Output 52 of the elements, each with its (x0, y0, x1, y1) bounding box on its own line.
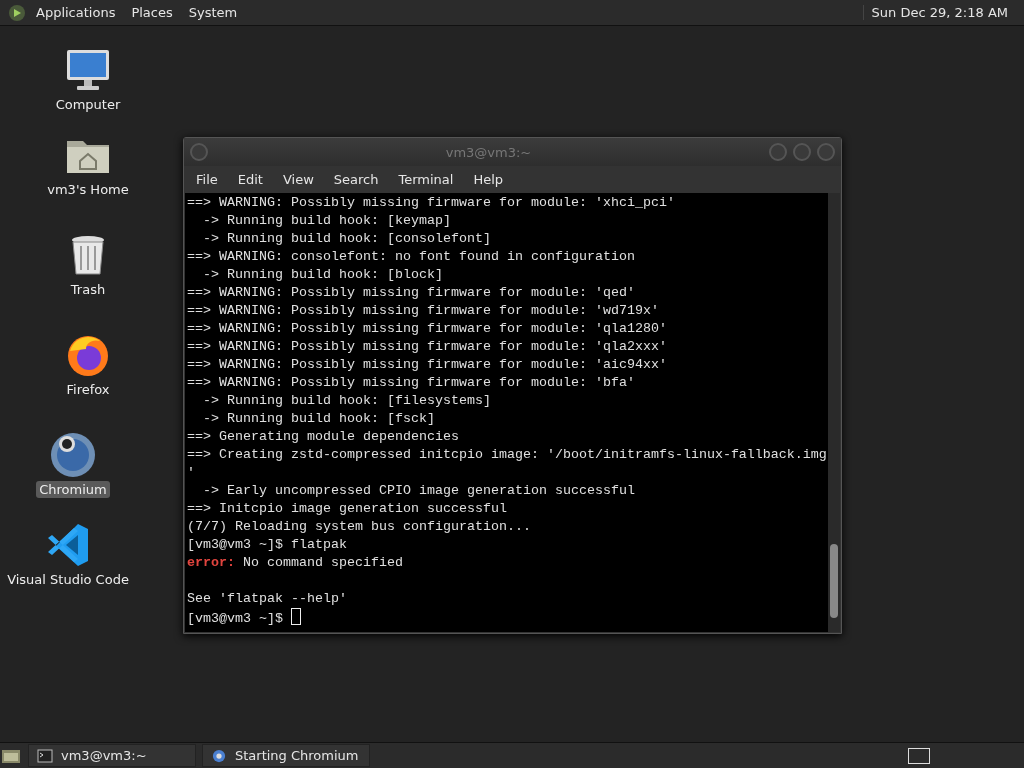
terminal-line: ==> WARNING: Possibly missing firmware for module: 'bfa' (187, 375, 635, 390)
terminal-line: -> Running build hook: [keymap] (202, 213, 451, 228)
workspace-switcher[interactable] (908, 747, 930, 764)
terminal-icon (37, 748, 53, 763)
taskbar-button[interactable]: Starting Chromium (202, 744, 370, 767)
menu-item[interactable]: File (186, 170, 228, 189)
terminal-line: -> Running build hook: [consolefont] (202, 231, 491, 246)
terminal-line: ==> WARNING: Possibly missing firmware for module: 'wd719x' (187, 303, 659, 318)
close-button[interactable] (817, 143, 835, 161)
desktop-icon-label[interactable]: Firefox (63, 381, 113, 398)
terminal-line: ==> Initcpio image generation successful (187, 501, 507, 516)
terminal-line: ==> WARNING: Possibly missing firmware for module: 'aic94xx' (187, 357, 667, 372)
terminal-line: ==> WARNING: Possibly missing firmware for module: 'qed' (187, 285, 635, 300)
desktop-icon-label[interactable]: Trash (67, 281, 109, 298)
terminal-line: ==> Generating module dependencies (187, 429, 459, 444)
menu-item[interactable]: View (272, 170, 324, 189)
terminal-line: -> Running build hook: [fsck] (202, 411, 435, 426)
desktop-icon-label[interactable]: vm3's Home (44, 181, 132, 198)
menu-item[interactable]: Terminal (388, 170, 464, 189)
terminal-line: -> Running build hook: [block] (202, 267, 443, 282)
window-menu-button[interactable] (190, 143, 208, 161)
chromium-icon (211, 748, 227, 763)
clock[interactable]: Sun Dec 29, 2:18 AM (862, 5, 1016, 20)
app-menu-icon (8, 3, 26, 22)
taskbar-button[interactable]: vm3@vm3:~ (28, 744, 196, 767)
panel-menu[interactable]: System (182, 3, 244, 22)
terminal-line: ' (187, 465, 195, 480)
terminal-line: error: No command specified (187, 554, 404, 572)
panel-menu[interactable]: Applications (30, 3, 122, 22)
terminal-line: [vm3@vm3 ~]$ flatpak (187, 537, 347, 552)
terminal-line: ==> WARNING: consolefont: no font found in configuration (187, 249, 635, 264)
menu-item[interactable]: Help (463, 170, 514, 189)
terminal-line: See 'flatpak --help' (187, 591, 347, 606)
terminal-line: [vm3@vm3 ~]$ (187, 611, 284, 626)
desktop-icon-label[interactable]: Chromium (36, 481, 110, 498)
terminal-line: ==> WARNING: Possibly missing firmware for module: 'qla2xxx' (187, 339, 667, 354)
terminal-line: ==> WARNING: Possibly missing firmware for module: 'xhci_pci' (187, 195, 675, 210)
maximize-button[interactable] (793, 143, 811, 161)
desktop-icon-label[interactable]: Computer (52, 96, 124, 113)
terminal-line: (7/7) Reloading system bus configuration... (187, 519, 531, 534)
window-title: vm3@vm3:~ (444, 144, 533, 160)
terminal-line: -> Early uncompressed CPIO image generation successful (202, 483, 635, 498)
desktop-icon-label[interactable]: Visual Studio Code (4, 571, 132, 588)
terminal-line: ==> Creating zstd-compressed initcpio image: '/boot/initramfs-linux-fallback.img (187, 447, 827, 462)
menu-item[interactable]: Search (323, 170, 389, 189)
scrollbar[interactable] (828, 193, 840, 632)
panel-menu[interactable]: Places (125, 3, 179, 22)
minimize-button[interactable] (769, 143, 787, 161)
terminal-line: -> Running build hook: [filesystems] (202, 393, 491, 408)
chromium-icon (49, 431, 97, 479)
terminal-line: ==> WARNING: Possibly missing firmware for module: 'qla1280' (187, 321, 667, 336)
menu-item[interactable]: Edit (227, 170, 273, 189)
